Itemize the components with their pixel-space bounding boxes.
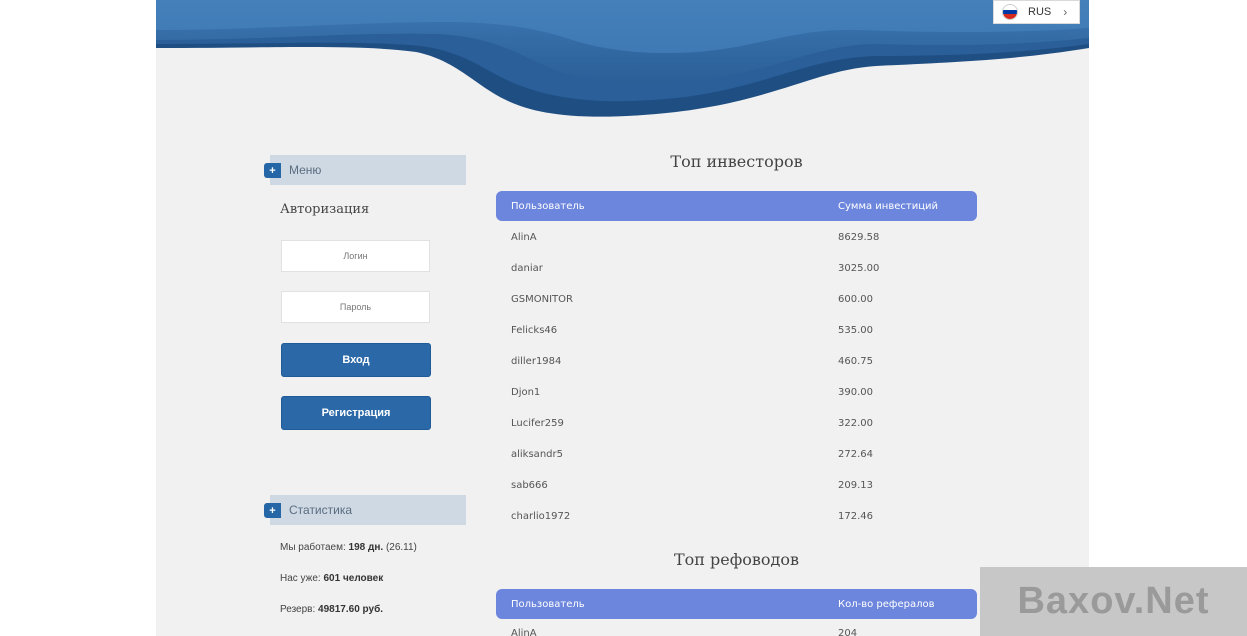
referrers-title: Топ рефоводов xyxy=(673,550,800,569)
row-user: aliksandr5 xyxy=(511,449,563,460)
row-user: Felicks46 xyxy=(511,325,558,336)
stats-header[interactable]: + Статистика xyxy=(264,495,466,525)
stat-users-label: Нас уже: xyxy=(280,573,321,584)
plus-icon: + xyxy=(264,503,281,518)
row-count: 204 xyxy=(838,628,858,636)
header-banner xyxy=(156,0,1089,130)
table-row: Lucifer259 322.00 xyxy=(496,408,977,439)
row-user: Djon1 xyxy=(511,387,541,398)
table-row: Felicks46 535.00 xyxy=(496,315,977,346)
row-user: sab666 xyxy=(511,480,548,491)
row-amount: 600.00 xyxy=(838,294,873,305)
page-canvas: RUS › + Меню Авторизация Вход Регистраци… xyxy=(156,0,1089,636)
row-amount: 3025.00 xyxy=(838,263,880,274)
row-amount: 8629.58 xyxy=(838,232,880,243)
investors-title: Топ инвесторов xyxy=(670,152,803,171)
row-user: charlio1972 xyxy=(511,511,571,522)
row-amount: 272.64 xyxy=(838,449,873,460)
stat-reserve: Резерв: 49817.60 руб. xyxy=(280,604,383,615)
row-amount: 460.75 xyxy=(838,356,873,367)
row-amount: 535.00 xyxy=(838,325,873,336)
row-user: daniar xyxy=(511,263,543,274)
table-row: AlinA 8629.58 xyxy=(496,222,977,253)
row-user: AlinA xyxy=(511,232,537,243)
referrers-table-header: Пользователь Кол-во рефералов xyxy=(496,589,977,619)
row-amount: 172.46 xyxy=(838,511,873,522)
investors-table-header: Пользователь Сумма инвестиций xyxy=(496,191,977,221)
watermark-text: Baxov.Net xyxy=(1017,580,1210,622)
table-row: GSMONITOR 600.00 xyxy=(496,284,977,315)
plus-icon: + xyxy=(264,163,281,178)
login-input[interactable] xyxy=(281,240,430,272)
stats-label: Статистика xyxy=(289,503,353,517)
menu-label: Меню xyxy=(289,163,322,177)
table-row: aliksandr5 272.64 xyxy=(496,439,977,470)
stat-users-value: 601 человек xyxy=(323,573,384,584)
stat-working-extra: (26.11) xyxy=(385,542,417,553)
watermark: Baxov.Net xyxy=(980,567,1247,636)
stat-working-label: Мы работаем: xyxy=(280,542,346,553)
row-amount: 209.13 xyxy=(838,480,873,491)
row-amount: 322.00 xyxy=(838,418,873,429)
row-user: Lucifer259 xyxy=(511,418,564,429)
column-header-amount: Сумма инвестиций xyxy=(838,200,939,212)
russia-flag-icon xyxy=(1002,4,1018,20)
row-user: diller1984 xyxy=(511,356,562,367)
password-input[interactable] xyxy=(281,291,430,323)
table-row: diller1984 460.75 xyxy=(496,346,977,377)
language-label: RUS xyxy=(1028,6,1052,18)
column-header-user: Пользователь xyxy=(511,598,585,610)
table-row: charlio1972 172.46 xyxy=(496,501,977,532)
row-amount: 390.00 xyxy=(838,387,873,398)
stat-reserve-label: Резерв: xyxy=(280,604,316,615)
login-button[interactable]: Вход xyxy=(281,343,431,377)
menu-header[interactable]: + Меню xyxy=(264,155,466,185)
stat-working: Мы работаем: 198 дн. (26.11) xyxy=(280,542,417,553)
table-row: Djon1 390.00 xyxy=(496,377,977,408)
table-row: AlinA 204 xyxy=(496,618,977,636)
chevron-right-icon: › xyxy=(1063,5,1068,19)
table-row: sab666 209.13 xyxy=(496,470,977,501)
stat-working-value: 198 дн. xyxy=(348,542,384,553)
row-user: AlinA xyxy=(511,628,537,636)
column-header-count: Кол-во рефералов xyxy=(838,598,935,610)
table-row: daniar 3025.00 xyxy=(496,253,977,284)
row-user: GSMONITOR xyxy=(511,294,573,305)
column-header-user: Пользователь xyxy=(511,200,585,212)
language-selector[interactable]: RUS › xyxy=(993,0,1080,24)
stat-users: Нас уже: 601 человек xyxy=(280,573,383,584)
register-button[interactable]: Регистрация xyxy=(281,396,431,430)
stat-reserve-value: 49817.60 руб. xyxy=(318,604,384,615)
auth-title: Авторизация xyxy=(280,202,370,217)
